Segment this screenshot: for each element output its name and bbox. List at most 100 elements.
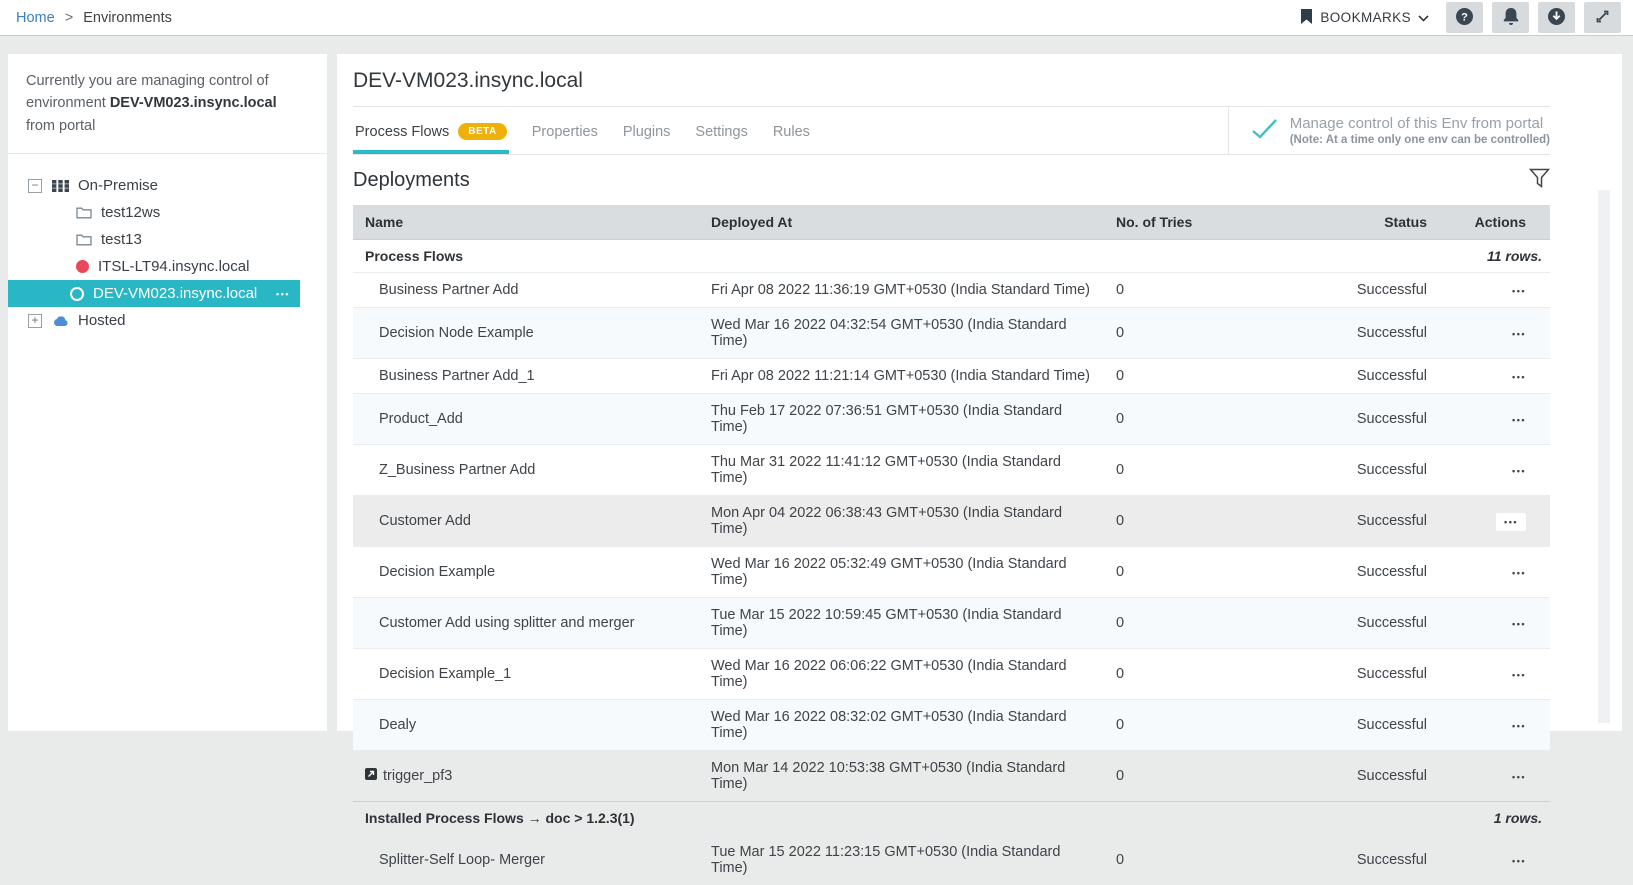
row-actions-button[interactable]: ••• xyxy=(1512,466,1526,476)
table-row[interactable]: Decision Node Example Wed Mar 16 2022 04… xyxy=(353,308,1550,359)
deployed-at: Fri Apr 08 2022 11:36:19 GMT+0530 (India… xyxy=(703,273,1108,308)
circle-outline-icon xyxy=(70,287,84,301)
table-row[interactable]: Customer Add using splitter and merger T… xyxy=(353,598,1550,649)
deployed-at: Thu Feb 17 2022 07:36:51 GMT+0530 (India… xyxy=(703,394,1108,445)
breadcrumb-home-link[interactable]: Home xyxy=(16,10,55,26)
filter-button[interactable] xyxy=(1529,168,1550,192)
tree-node-test12ws[interactable]: test12ws xyxy=(8,199,327,226)
deployments-table: Name Deployed At No. of Tries Status Act… xyxy=(353,205,1550,885)
tree-node-itsl-lt94[interactable]: ITSL-LT94.insync.local xyxy=(8,253,327,280)
tab-process-flows[interactable]: Process Flows BETA xyxy=(353,107,509,154)
tries-count: 0 xyxy=(1108,751,1343,802)
tree-node-label: test12ws xyxy=(101,204,160,221)
group-label: Process Flows xyxy=(353,240,1343,273)
download-button[interactable] xyxy=(1538,2,1575,33)
deployed-at: Thu Mar 31 2022 11:41:12 GMT+0530 (India… xyxy=(703,445,1108,496)
table-row[interactable]: Decision Example Wed Mar 16 2022 05:32:4… xyxy=(353,547,1550,598)
table-row[interactable]: Decision Example_1 Wed Mar 16 2022 06:06… xyxy=(353,649,1550,700)
flow-name: trigger_pf3 xyxy=(383,768,452,784)
bookmarks-dropdown[interactable]: BOOKMARKS xyxy=(1300,9,1429,27)
table-row[interactable]: Z_Business Partner Add Thu Mar 31 2022 1… xyxy=(353,445,1550,496)
tab-properties[interactable]: Properties xyxy=(530,107,600,154)
row-actions-button[interactable]: ••• xyxy=(1512,619,1526,629)
notifications-button[interactable] xyxy=(1492,2,1529,33)
breadcrumb: Home > Environments xyxy=(16,10,172,26)
filter-funnel-icon xyxy=(1529,168,1550,192)
tries-count: 0 xyxy=(1108,273,1343,308)
deployments-heading: Deployments xyxy=(353,169,470,192)
row-actions-button[interactable]: ••• xyxy=(1512,772,1526,782)
status-value: Successful xyxy=(1343,273,1455,308)
help-button[interactable]: ? xyxy=(1446,2,1483,33)
environment-tree: − On-Premise test12ws test13 ITSL-LT94.i… xyxy=(8,154,327,334)
tries-count: 0 xyxy=(1108,308,1343,359)
tries-count: 0 xyxy=(1108,649,1343,700)
tab-label: Process Flows xyxy=(355,124,449,140)
flow-name: Decision Example xyxy=(353,547,703,598)
deployed-at: Fri Apr 08 2022 11:21:14 GMT+0530 (India… xyxy=(703,359,1108,394)
tree-node-on-premise[interactable]: − On-Premise xyxy=(8,172,327,199)
table-row-hovered[interactable]: Customer Add Mon Apr 04 2022 06:38:43 GM… xyxy=(353,496,1550,547)
tab-label: Plugins xyxy=(623,124,671,140)
row-actions-button[interactable]: ••• xyxy=(1512,415,1526,425)
status-value: Successful xyxy=(1343,547,1455,598)
tree-node-menu-button[interactable]: ••• xyxy=(276,289,290,299)
tab-rules[interactable]: Rules xyxy=(771,107,812,154)
status-value: Successful xyxy=(1343,700,1455,751)
row-actions-button[interactable]: ••• xyxy=(1512,329,1526,339)
tree-node-label: On-Premise xyxy=(78,177,158,194)
external-link-icon xyxy=(365,768,377,784)
tree-node-test13[interactable]: test13 xyxy=(8,226,327,253)
folder-icon xyxy=(76,206,92,219)
row-actions-button[interactable]: ••• xyxy=(1512,372,1526,382)
tab-bar: Process Flows BETA Properties Plugins Se… xyxy=(353,107,1550,155)
row-actions-button[interactable]: ••• xyxy=(1512,286,1526,296)
deployed-at: Tue Mar 15 2022 10:59:45 GMT+0530 (India… xyxy=(703,598,1108,649)
row-actions-button[interactable]: ••• xyxy=(1512,721,1526,731)
table-scrollbar[interactable] xyxy=(1598,190,1610,723)
folder-icon xyxy=(76,233,92,246)
deployed-at: Wed Mar 16 2022 04:32:54 GMT+0530 (India… xyxy=(703,308,1108,359)
table-row[interactable]: Business Partner Add Fri Apr 08 2022 11:… xyxy=(353,273,1550,308)
tree-node-label: DEV-VM023.insync.local xyxy=(93,285,257,302)
collapse-toggle[interactable]: − xyxy=(28,179,42,193)
row-actions-button[interactable]: ••• xyxy=(1496,513,1526,531)
bell-icon xyxy=(1502,7,1520,29)
column-header-status: Status xyxy=(1343,205,1455,240)
tree-node-label: Hosted xyxy=(78,312,126,329)
table-row[interactable]: Business Partner Add_1 Fri Apr 08 2022 1… xyxy=(353,359,1550,394)
bookmarks-label: BOOKMARKS xyxy=(1320,10,1411,25)
status-value: Successful xyxy=(1343,359,1455,394)
expand-toggle[interactable]: + xyxy=(28,314,42,328)
status-value: Successful xyxy=(1343,445,1455,496)
managing-note-env: DEV-VM023.insync.local xyxy=(110,95,277,111)
table-row[interactable]: trigger_pf3 Mon Mar 14 2022 10:53:38 GMT… xyxy=(353,751,1550,802)
table-row[interactable]: Dealy Wed Mar 16 2022 08:32:02 GMT+0530 … xyxy=(353,700,1550,751)
flow-name: Dealy xyxy=(353,700,703,751)
row-actions-button[interactable]: ••• xyxy=(1512,670,1526,680)
expand-arrows-icon xyxy=(1594,8,1611,28)
tab-settings[interactable]: Settings xyxy=(693,107,749,154)
manage-control-toggle[interactable]: Manage control of this Env from portal (… xyxy=(1228,107,1550,154)
status-value: Successful xyxy=(1343,598,1455,649)
flow-name: Customer Add using splitter and merger xyxy=(353,598,703,649)
tree-node-dev-vm023-selected[interactable]: DEV-VM023.insync.local ••• xyxy=(8,280,300,307)
row-actions-button[interactable]: ••• xyxy=(1512,856,1526,866)
status-value: Successful xyxy=(1343,308,1455,359)
tab-label: Properties xyxy=(532,124,598,140)
tree-node-label: test13 xyxy=(101,231,142,248)
tab-plugins[interactable]: Plugins xyxy=(621,107,673,154)
manage-control-note: (Note: At a time only one env can be con… xyxy=(1290,134,1550,146)
topbar: Home > Environments BOOKMARKS ? xyxy=(0,0,1633,36)
tries-count: 0 xyxy=(1108,359,1343,394)
environment-detail-panel: DEV-VM023.insync.local Process Flows BET… xyxy=(337,54,1622,731)
table-row[interactable]: Product_Add Thu Feb 17 2022 07:36:51 GMT… xyxy=(353,394,1550,445)
column-header-deployed-at: Deployed At xyxy=(703,205,1108,240)
table-row[interactable]: Splitter-Self Loop- Merger Tue Mar 15 20… xyxy=(353,835,1550,885)
fullscreen-button[interactable] xyxy=(1584,2,1621,33)
row-actions-button[interactable]: ••• xyxy=(1512,568,1526,578)
flow-name: Product_Add xyxy=(353,394,703,445)
check-icon xyxy=(1251,117,1278,144)
flow-name: Business Partner Add xyxy=(353,273,703,308)
tree-node-hosted[interactable]: + Hosted xyxy=(8,307,327,334)
